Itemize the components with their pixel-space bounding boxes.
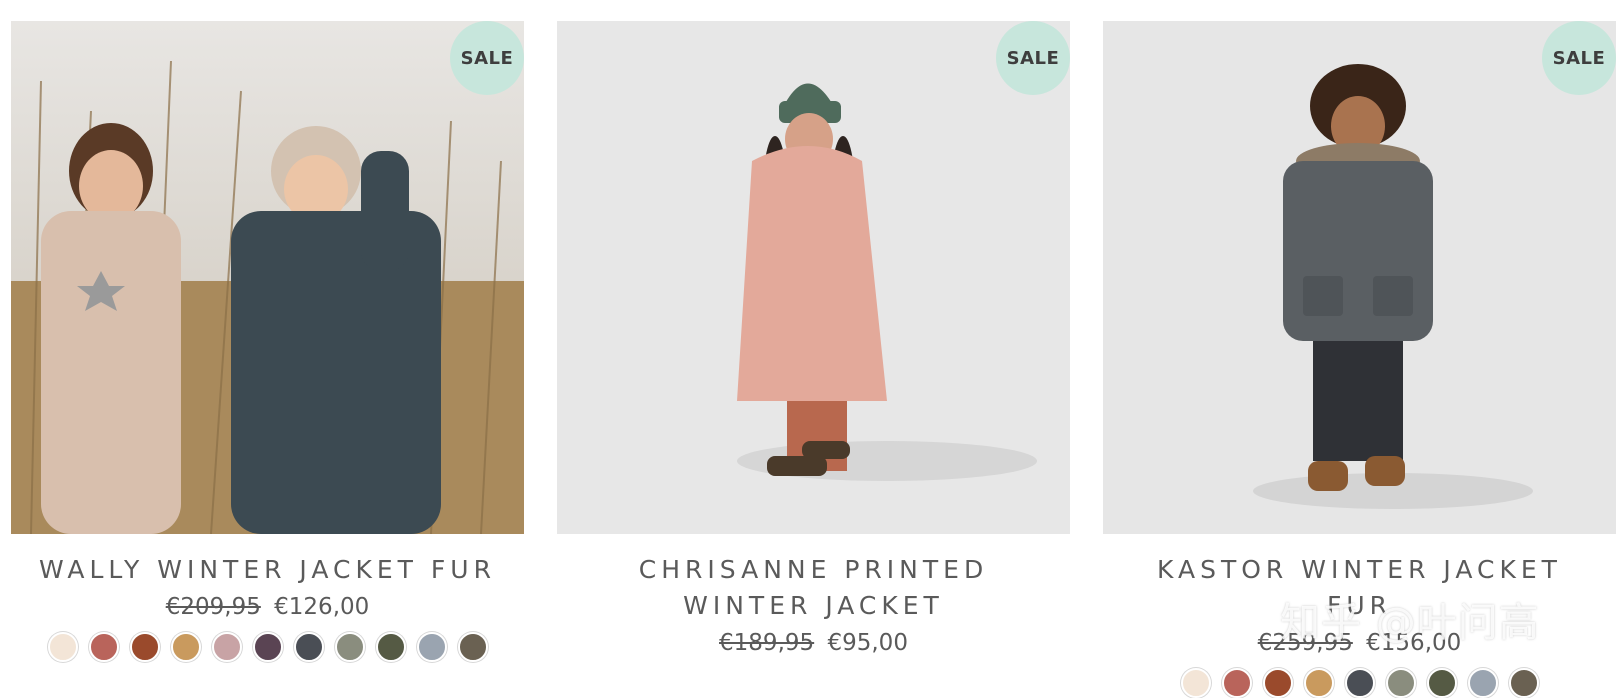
color-swatch[interactable] — [1180, 668, 1211, 698]
color-swatch[interactable] — [375, 632, 406, 662]
color-swatch[interactable] — [1221, 668, 1252, 698]
product-image[interactable]: SALE — [557, 21, 1070, 534]
price-row: €189,95 €95,00 — [557, 630, 1070, 656]
color-swatch[interactable] — [211, 632, 242, 662]
product-grid: SALE WALLY WINTER JACKET FUR €209,95 €12… — [11, 21, 1616, 698]
product-image[interactable]: SALE — [1103, 21, 1616, 534]
price-row: €209,95 €126,00 — [11, 594, 524, 620]
color-swatch[interactable] — [457, 632, 488, 662]
product-title[interactable]: KASTOR WINTER JACKET FUR — [1103, 552, 1616, 624]
color-swatch[interactable] — [334, 632, 365, 662]
original-price: €209,95 — [165, 594, 261, 620]
color-swatch[interactable] — [1508, 668, 1539, 698]
color-swatch[interactable] — [88, 632, 119, 662]
product-title[interactable]: WALLY WINTER JACKET FUR — [11, 552, 524, 588]
sale-badge: SALE — [450, 21, 524, 95]
color-swatch[interactable] — [252, 632, 283, 662]
product-image[interactable]: SALE — [11, 21, 524, 534]
original-price: €259,95 — [1257, 630, 1353, 656]
color-swatch[interactable] — [416, 632, 447, 662]
price-row: €259,95 €156,00 — [1103, 630, 1616, 656]
color-swatches — [1103, 668, 1616, 698]
sale-price: €95,00 — [827, 630, 908, 656]
color-swatch[interactable] — [1385, 668, 1416, 698]
boy-in-grey-parka-photo — [1103, 21, 1616, 534]
color-swatch[interactable] — [293, 632, 324, 662]
color-swatch[interactable] — [47, 632, 78, 662]
color-swatch[interactable] — [1262, 668, 1293, 698]
color-swatch[interactable] — [1303, 668, 1334, 698]
product-card-kastor[interactable]: SALE KASTOR WINTER JACKET FUR €259,95 €1… — [1103, 21, 1616, 698]
color-swatch[interactable] — [129, 632, 160, 662]
sale-badge: SALE — [1542, 21, 1616, 95]
color-swatches — [11, 632, 524, 662]
product-card-chrisanne[interactable]: SALE CHRISANNE PRINTED WINTER JACKET €18… — [557, 21, 1070, 668]
sale-price: €156,00 — [1366, 630, 1462, 656]
product-card-wally[interactable]: SALE WALLY WINTER JACKET FUR €209,95 €12… — [11, 21, 524, 662]
color-swatch[interactable] — [1344, 668, 1375, 698]
color-swatch[interactable] — [1467, 668, 1498, 698]
children-in-snowsuits-photo — [11, 21, 524, 534]
original-price: €189,95 — [719, 630, 815, 656]
color-swatch[interactable] — [170, 632, 201, 662]
sale-price: €126,00 — [274, 594, 370, 620]
color-swatch[interactable] — [1426, 668, 1457, 698]
girl-in-pink-coat-photo — [557, 21, 1070, 534]
product-title[interactable]: CHRISANNE PRINTED WINTER JACKET — [557, 552, 1070, 624]
sale-badge: SALE — [996, 21, 1070, 95]
